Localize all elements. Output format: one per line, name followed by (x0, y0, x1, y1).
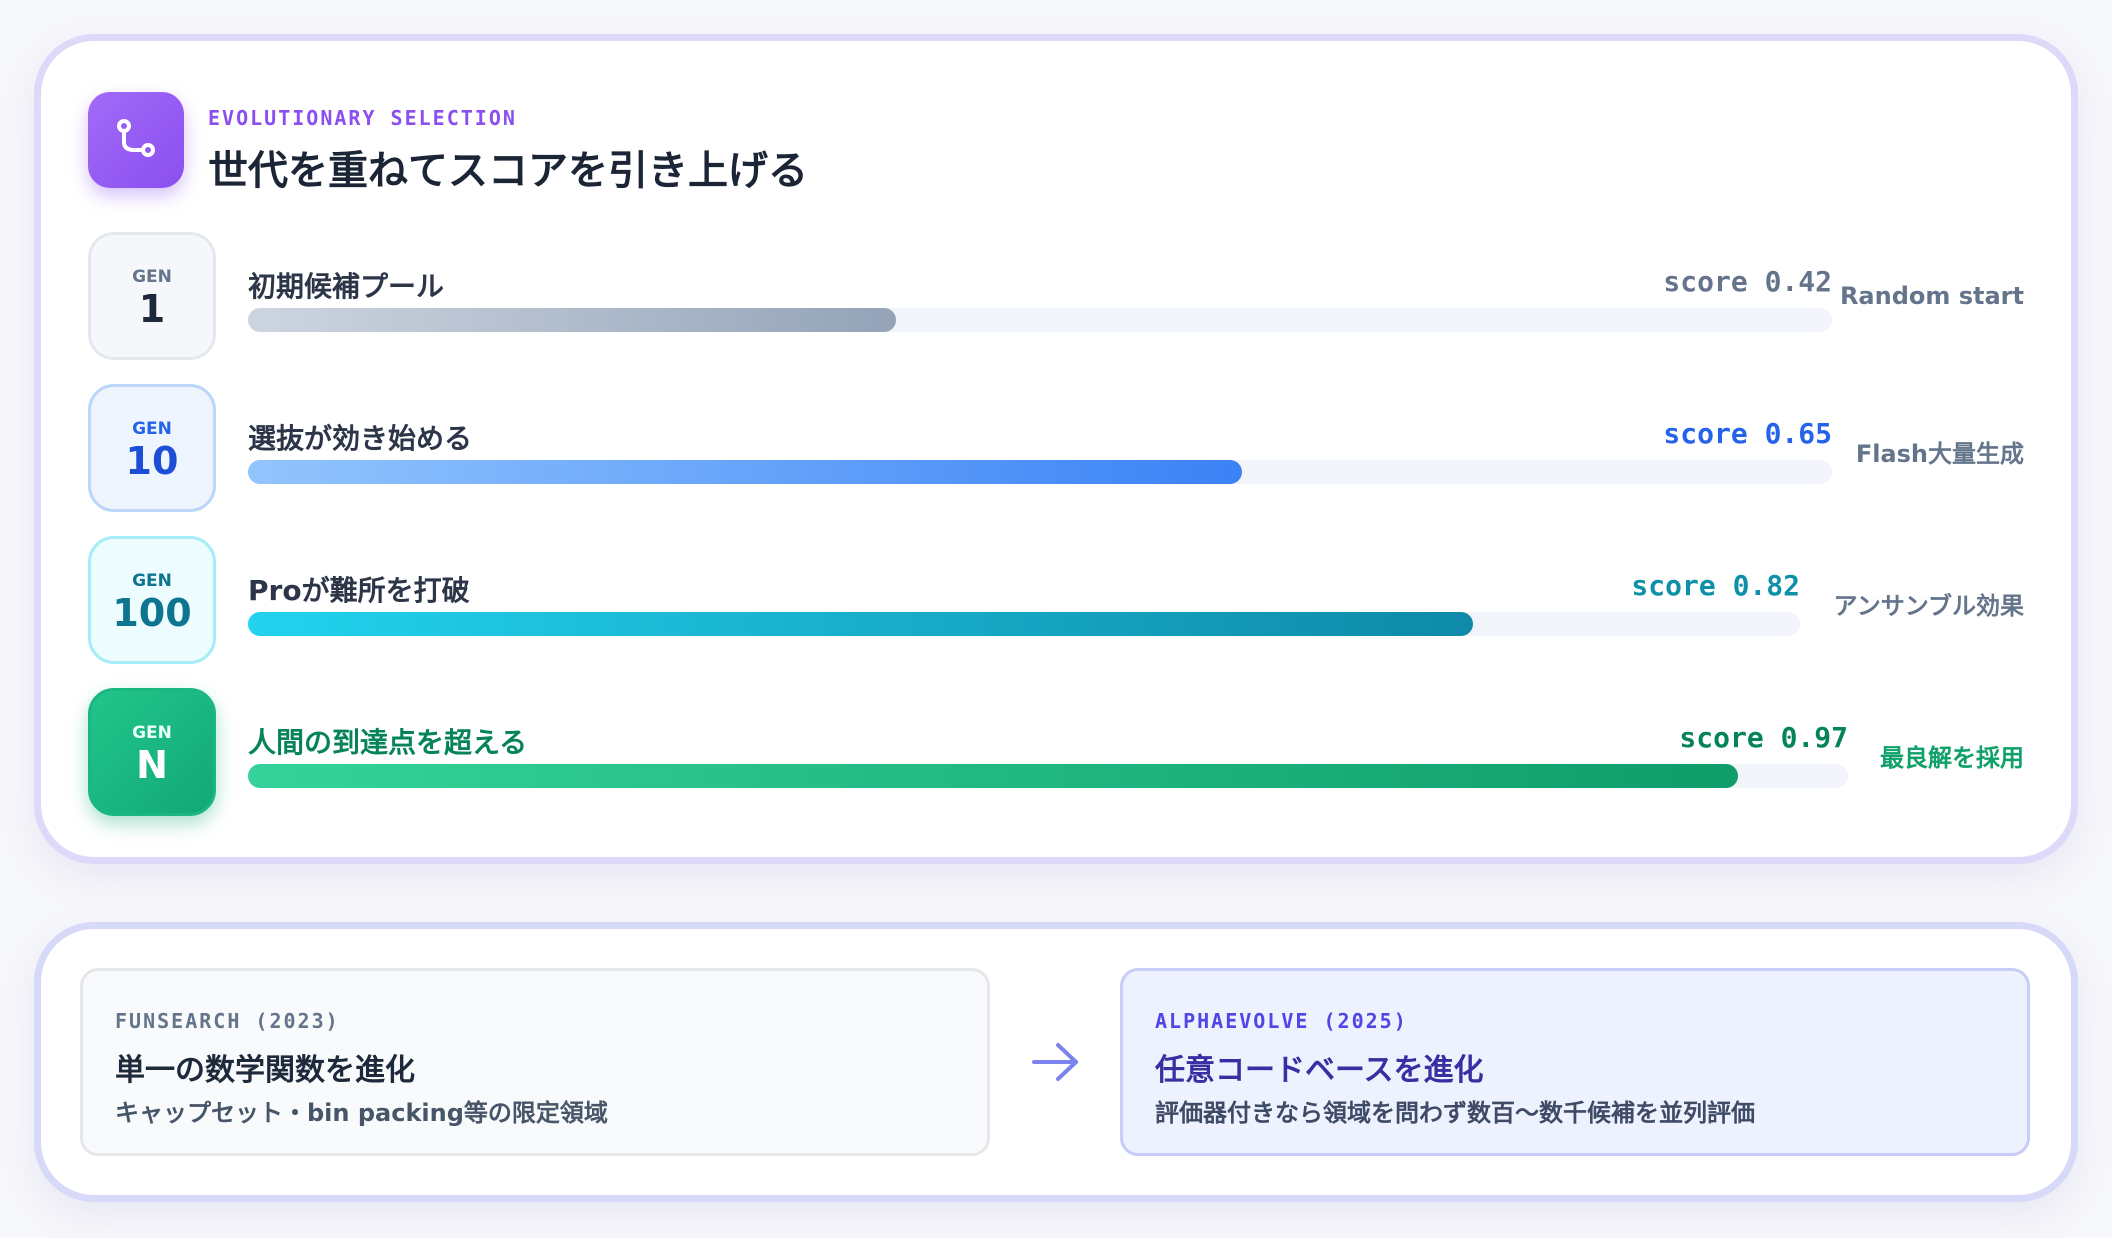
alphaevolve-panel: ALPHAEVOLVE (2025) 任意コードベースを進化 評価器付きなら領域… (1120, 968, 2030, 1156)
section-title: 世代を重ねてスコアを引き上げる (208, 148, 808, 194)
score-bar (248, 460, 1242, 484)
gen-label: GEN (132, 419, 172, 439)
section-kicker: EVOLUTIONARY SELECTION (208, 106, 517, 130)
score-track (248, 764, 1848, 788)
generation-note: 最良解を採用 (1880, 744, 2024, 772)
gen-label: GEN (132, 723, 172, 743)
gen-badge: GEN N (88, 688, 216, 816)
score-value: score 0.82 (1631, 569, 1800, 602)
panel-title: 単一の数学関数を進化 (115, 1053, 415, 1088)
generation-label: 人間の到達点を超える (248, 726, 528, 759)
score-track (248, 308, 1832, 332)
gen-number: 1 (138, 287, 166, 331)
score-value: score 0.65 (1663, 417, 1832, 450)
score-value: score 0.42 (1663, 265, 1832, 298)
score-value: score 0.97 (1679, 721, 1848, 754)
score-bar (248, 612, 1473, 636)
gen-badge: GEN 100 (88, 536, 216, 664)
panel-kicker: ALPHAEVOLVE (2025) (1155, 1009, 1408, 1033)
gen-number: N (136, 743, 168, 787)
score-bar (248, 764, 1739, 788)
panel-title: 任意コードベースを進化 (1155, 1053, 1484, 1088)
gen-badge: GEN 1 (88, 232, 216, 360)
score-track (248, 460, 1832, 484)
generation-label: 選抜が効き始める (248, 422, 473, 455)
generation-label: Proが難所を打破 (248, 574, 470, 607)
gen-label: GEN (132, 267, 172, 287)
branch-icon (88, 92, 184, 188)
score-track (248, 612, 1800, 636)
arrow-right-icon (1030, 1040, 1082, 1088)
generation-note: アンサンブル効果 (1833, 592, 2024, 620)
funsearch-panel: FUNSEARCH (2023) 単一の数学関数を進化 キャップセット・bin … (80, 968, 990, 1156)
panel-description: 評価器付きなら領域を問わず数百〜数千候補を並列評価 (1155, 1099, 1755, 1127)
generation-note: Flash大量生成 (1855, 440, 2024, 468)
gen-number: 100 (112, 591, 192, 635)
panel-kicker: FUNSEARCH (2023) (115, 1009, 340, 1033)
gen-number: 10 (125, 439, 179, 483)
generation-label: 初期候補プール (248, 270, 445, 303)
score-bar (248, 308, 896, 332)
panel-description: キャップセット・bin packing等の限定領域 (115, 1099, 608, 1127)
gen-badge: GEN 10 (88, 384, 216, 512)
gen-label: GEN (132, 571, 172, 591)
generation-note: Random start (1839, 282, 2024, 310)
